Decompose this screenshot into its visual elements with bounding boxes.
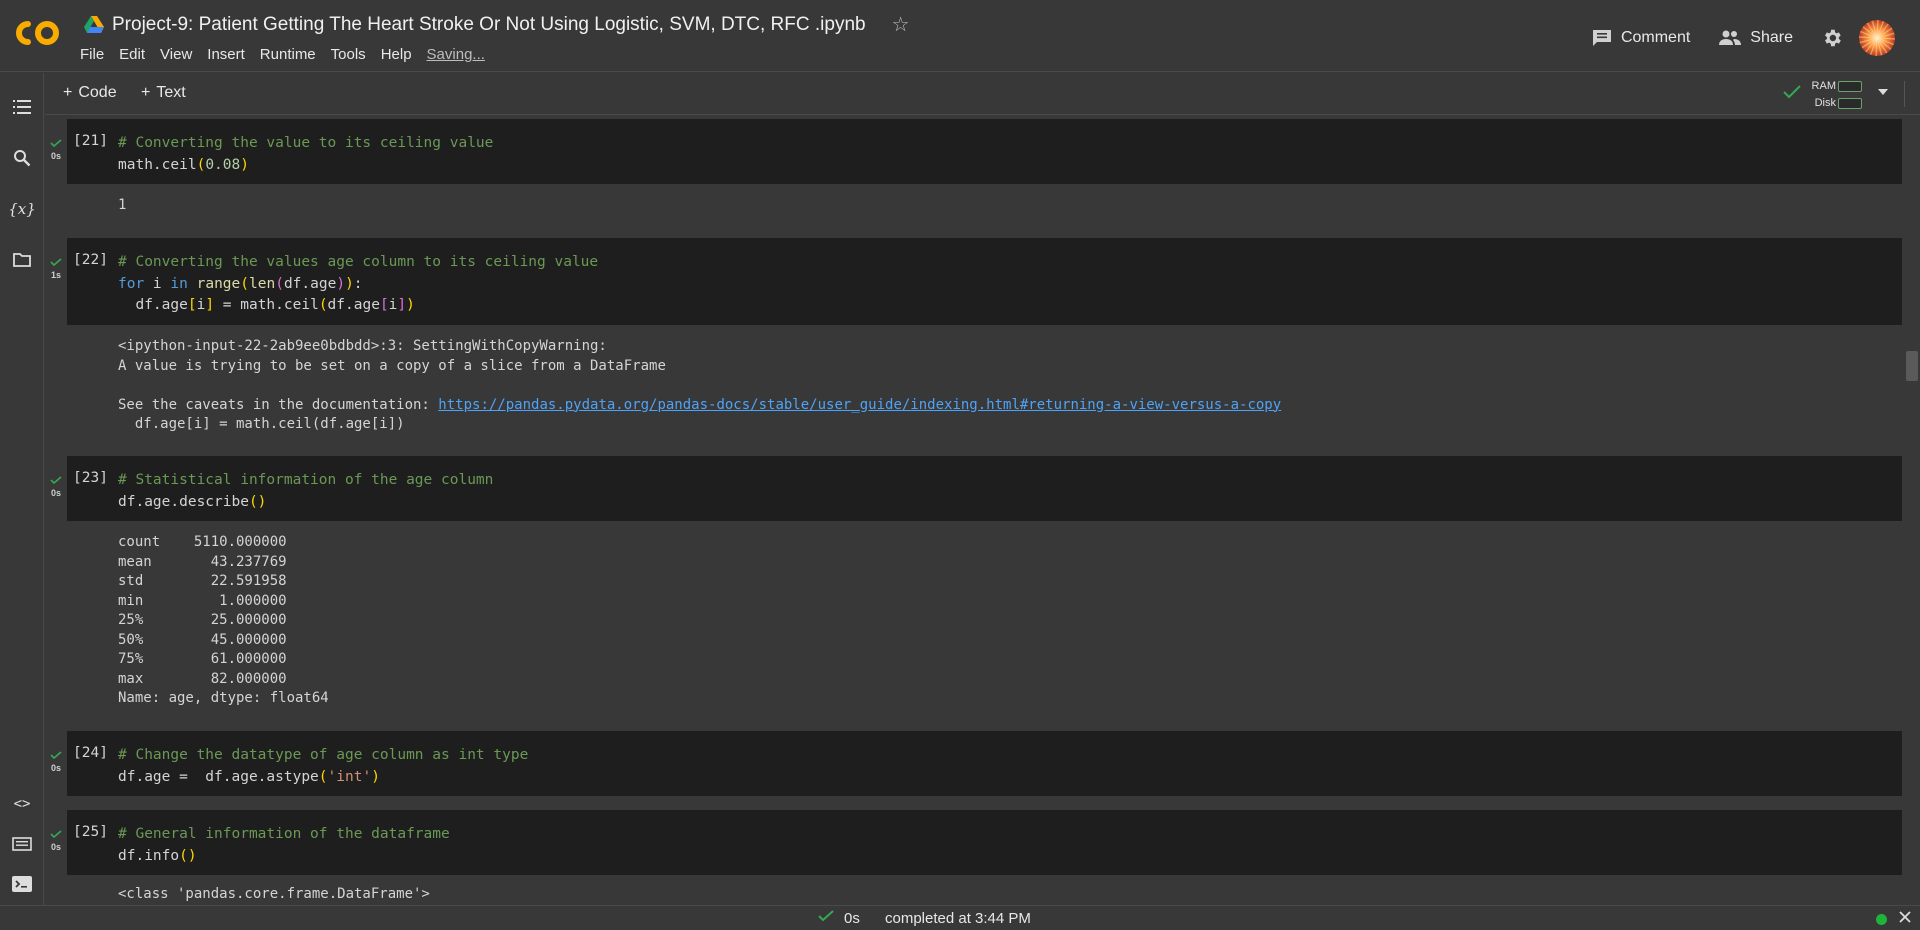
code-editor[interactable]: [24] # Change the datatype of age column… bbox=[67, 731, 1902, 796]
app-header: Project-9: Patient Getting The Heart Str… bbox=[0, 0, 1920, 72]
exec-time: 0s bbox=[50, 842, 61, 852]
cell-output: <ipython-input-22-2ab9ee0bdbdd>:3: Setti… bbox=[118, 338, 1282, 432]
share-button[interactable]: Share bbox=[1718, 29, 1793, 47]
cell-status[interactable]: 1s bbox=[48, 254, 64, 280]
drive-icon bbox=[84, 16, 104, 33]
left-sidebar: {x} <> bbox=[0, 73, 44, 905]
exec-count: [24] bbox=[73, 745, 108, 761]
code-source[interactable]: # Converting the values age column to it… bbox=[118, 252, 598, 317]
exec-time: 0s bbox=[50, 488, 61, 498]
plus-icon: + bbox=[63, 84, 73, 101]
menu-edit[interactable]: Edit bbox=[119, 46, 153, 63]
gear-icon bbox=[1825, 29, 1841, 47]
menu-file[interactable]: File bbox=[80, 46, 112, 63]
exec-count: [21] bbox=[73, 133, 108, 149]
notebook-title[interactable]: Project-9: Patient Getting The Heart Str… bbox=[112, 14, 866, 36]
close-icon[interactable] bbox=[1899, 911, 1911, 923]
toolbar-divider bbox=[1904, 81, 1905, 107]
colab-logo[interactable] bbox=[14, 18, 64, 48]
menu-tools[interactable]: Tools bbox=[331, 46, 374, 63]
code-source[interactable]: # Change the datatype of age column as i… bbox=[118, 745, 528, 788]
exec-time: 0s bbox=[50, 763, 61, 773]
search-icon[interactable] bbox=[11, 147, 33, 169]
code-source[interactable]: # General information of the dataframe d… bbox=[118, 824, 450, 867]
cell-status[interactable]: 0s bbox=[48, 472, 64, 498]
pandas-docs-link[interactable]: https://pandas.pydata.org/pandas-docs/st… bbox=[438, 397, 1281, 413]
completed-check-icon bbox=[818, 910, 834, 922]
ram-label: RAM bbox=[1811, 80, 1836, 92]
check-icon bbox=[50, 830, 62, 839]
status-bar: 0s completed at 3:44 PM bbox=[0, 905, 1920, 930]
avatar[interactable] bbox=[1859, 20, 1895, 56]
chevron-down-icon[interactable] bbox=[1878, 89, 1888, 95]
exec-time: 1s bbox=[50, 270, 61, 280]
folder-icon[interactable] bbox=[11, 249, 33, 271]
cell-output: count 5110.000000 mean 43.237769 std 22.… bbox=[118, 534, 329, 706]
menu-bar: File Edit View Insert Runtime Tools Help… bbox=[80, 46, 500, 63]
code-editor[interactable]: [21] # Converting the value to its ceili… bbox=[67, 119, 1902, 184]
cell-output: 1 bbox=[118, 197, 127, 213]
add-text-label: Text bbox=[156, 84, 186, 101]
menu-view[interactable]: View bbox=[160, 46, 200, 63]
menu-runtime[interactable]: Runtime bbox=[260, 46, 324, 63]
share-people-icon bbox=[1719, 30, 1742, 45]
disk-label: Disk bbox=[1814, 97, 1836, 109]
code-editor[interactable]: [22] # Converting the values age column … bbox=[67, 238, 1902, 325]
add-code-button[interactable]: + Code bbox=[63, 84, 117, 102]
code-editor[interactable]: [23] # Statistical information of the ag… bbox=[67, 456, 1902, 521]
code-snippets-icon[interactable]: <> bbox=[11, 793, 33, 815]
exec-count: [22] bbox=[73, 252, 108, 268]
connection-status-icon bbox=[1876, 914, 1887, 925]
cell-output: <class 'pandas.core.frame.DataFrame'> bbox=[118, 886, 430, 902]
table-of-contents-icon[interactable] bbox=[11, 96, 33, 118]
check-icon bbox=[50, 476, 62, 485]
ram-bar bbox=[1838, 81, 1862, 92]
connected-check-icon bbox=[1783, 85, 1801, 99]
scrollbar-thumb[interactable] bbox=[1906, 351, 1918, 381]
comment-button[interactable]: Comment bbox=[1591, 28, 1690, 48]
menu-insert[interactable]: Insert bbox=[207, 46, 253, 63]
resources-indicator[interactable]: RAM Disk bbox=[1780, 77, 1900, 111]
notebook-content[interactable]: 0s [21] # Converting the value to its ce… bbox=[45, 116, 1905, 905]
code-editor[interactable]: [25] # General information of the datafr… bbox=[67, 810, 1902, 875]
comment-label: Comment bbox=[1620, 29, 1691, 46]
terminal-icon[interactable] bbox=[11, 873, 33, 895]
exec-time: 0s bbox=[50, 151, 61, 161]
cell-status[interactable]: 0s bbox=[48, 747, 64, 773]
exec-duration: 0s bbox=[844, 910, 860, 927]
plus-icon: + bbox=[141, 84, 151, 101]
completion-message[interactable]: completed at 3:44 PM bbox=[885, 910, 1031, 927]
code-source[interactable]: # Statistical information of the age col… bbox=[118, 470, 493, 513]
scrollbar[interactable] bbox=[1905, 116, 1920, 905]
check-icon bbox=[50, 139, 62, 148]
share-label: Share bbox=[1750, 29, 1793, 46]
command-palette-icon[interactable] bbox=[11, 833, 33, 855]
variables-icon[interactable]: {x} bbox=[8, 198, 36, 220]
exec-count: [23] bbox=[73, 470, 108, 486]
cell-status[interactable]: 0s bbox=[48, 826, 64, 852]
exec-count: [25] bbox=[73, 824, 108, 840]
disk-bar bbox=[1838, 98, 1862, 109]
comment-icon bbox=[1592, 30, 1611, 46]
check-icon bbox=[50, 258, 62, 267]
saving-status[interactable]: Saving... bbox=[427, 46, 493, 63]
star-icon[interactable]: ☆ bbox=[892, 12, 910, 37]
code-source[interactable]: # Converting the value to its ceiling va… bbox=[118, 133, 493, 176]
notebook-toolbar: + Code + Text RAM Disk bbox=[45, 73, 1920, 115]
menu-help[interactable]: Help bbox=[381, 46, 420, 63]
add-text-button[interactable]: + Text bbox=[141, 84, 186, 102]
settings-button[interactable] bbox=[1821, 27, 1843, 49]
add-code-label: Code bbox=[78, 84, 117, 101]
check-icon bbox=[50, 751, 62, 760]
cell-status[interactable]: 0s bbox=[48, 135, 64, 161]
